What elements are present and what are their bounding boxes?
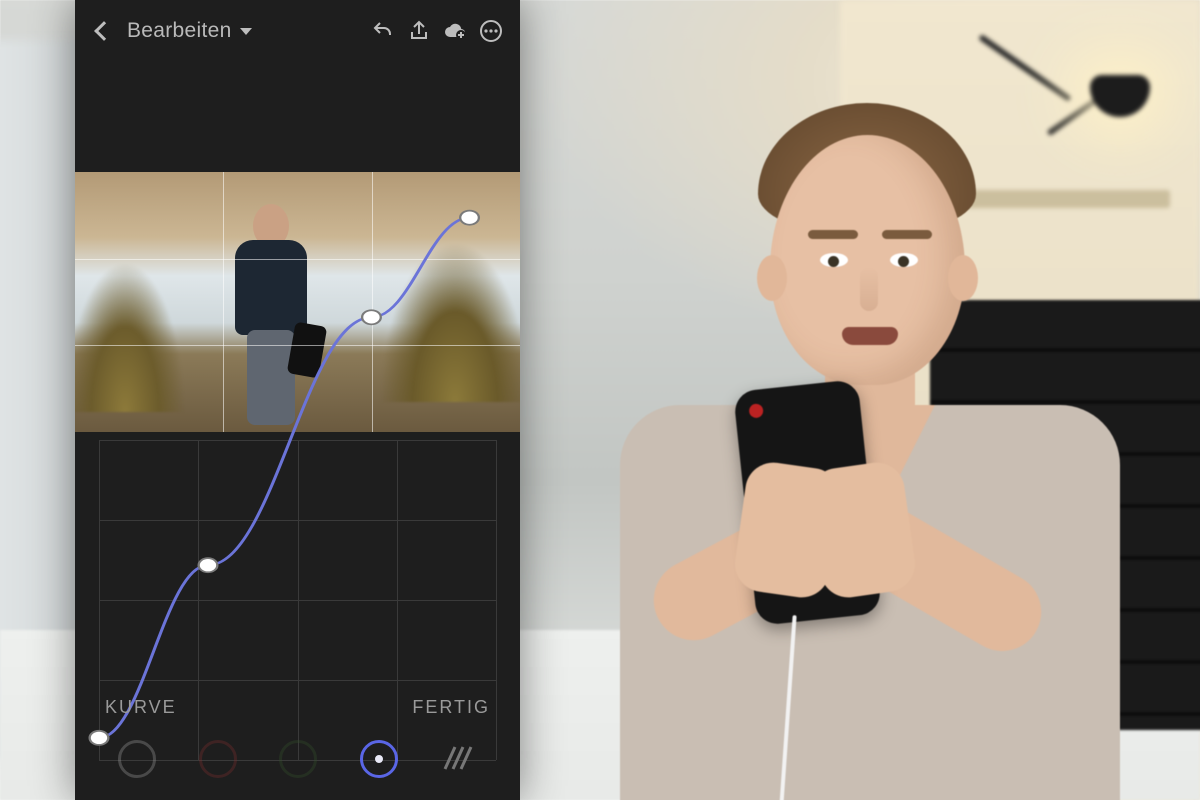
curve-editor[interactable]: KURVE FERTIG	[75, 432, 520, 800]
mode-dropdown[interactable]: Bearbeiten	[127, 19, 252, 43]
cloud-add-icon	[443, 19, 467, 43]
channel-blue[interactable]	[360, 740, 398, 778]
back-button[interactable]	[91, 18, 117, 44]
tool-label: KURVE	[105, 697, 177, 718]
presenter-person	[590, 95, 1130, 800]
more-icon	[479, 19, 503, 43]
mode-title: Bearbeiten	[127, 19, 232, 43]
undo-button[interactable]	[370, 18, 396, 44]
channel-rgb[interactable]	[118, 740, 156, 778]
curve-control-point[interactable]	[460, 211, 479, 225]
channel-selector	[75, 730, 520, 788]
done-button[interactable]: FERTIG	[412, 697, 490, 718]
channel-red[interactable]	[199, 740, 237, 778]
curve-control-point[interactable]	[362, 310, 381, 324]
channel-parametric[interactable]	[441, 739, 477, 780]
channel-green[interactable]	[279, 740, 317, 778]
undo-icon	[371, 19, 395, 43]
chevron-left-icon	[94, 21, 114, 41]
tone-curve[interactable]	[99, 172, 496, 760]
preview-letterbox	[75, 62, 520, 172]
curve-control-point[interactable]	[199, 558, 218, 572]
lightroom-mobile-screen: Bearbeiten	[75, 0, 520, 800]
more-button[interactable]	[478, 18, 504, 44]
cloud-sync-button[interactable]	[442, 18, 468, 44]
chevron-down-icon	[240, 28, 252, 35]
share-button[interactable]	[406, 18, 432, 44]
share-icon	[407, 19, 431, 43]
top-toolbar: Bearbeiten	[75, 0, 520, 62]
